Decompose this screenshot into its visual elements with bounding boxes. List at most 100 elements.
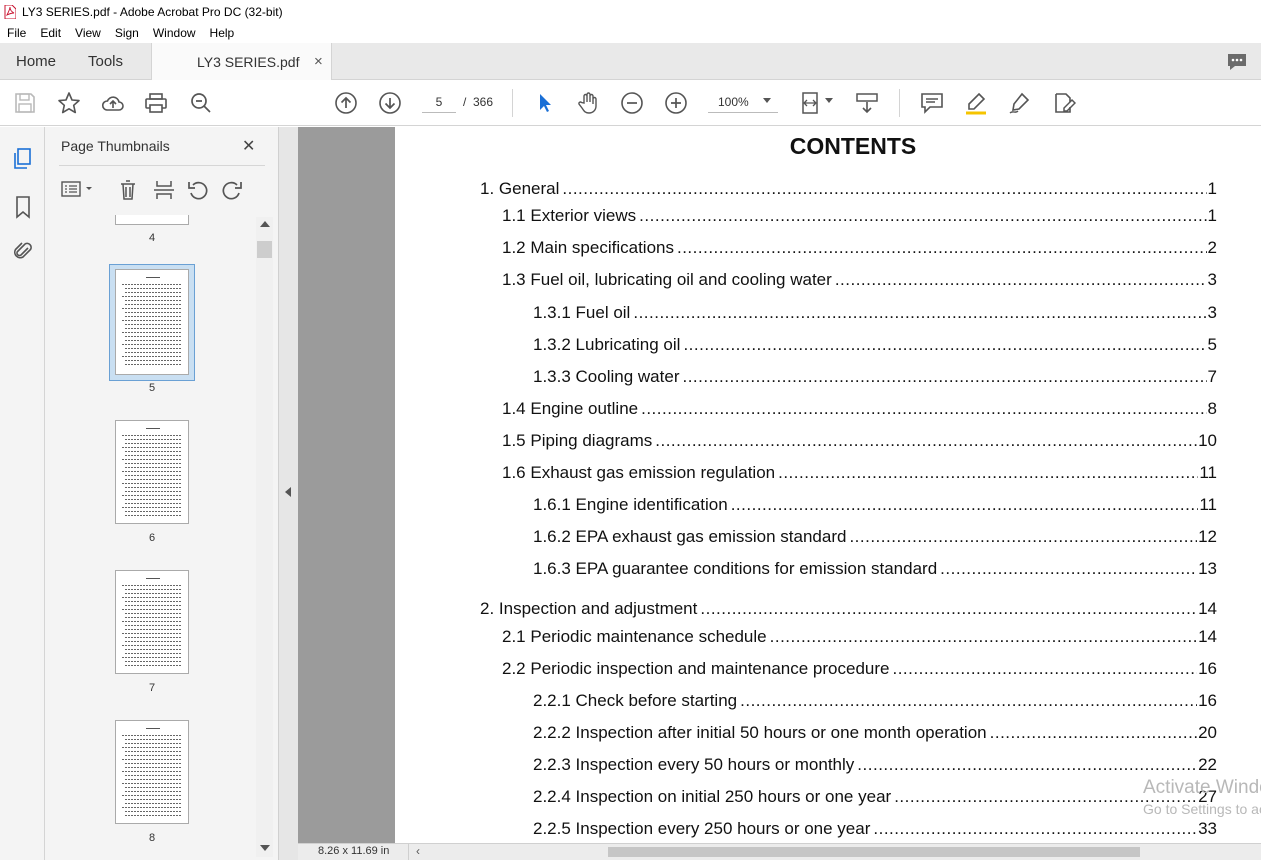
select-arrow-icon[interactable] xyxy=(533,91,557,115)
menu-help[interactable]: Help xyxy=(203,26,242,40)
zoom-level-select[interactable]: 100% xyxy=(708,91,778,113)
thumbnail-text-line xyxy=(125,479,182,480)
thumbnail-text-line xyxy=(122,585,182,586)
tab-close-button[interactable]: × xyxy=(314,43,323,81)
star-icon[interactable] xyxy=(57,91,81,115)
bookmark-icon[interactable] xyxy=(13,195,33,219)
page-thumbnail-5[interactable] xyxy=(115,269,189,375)
menu-view[interactable]: View xyxy=(68,26,108,40)
menu-sign[interactable]: Sign xyxy=(108,26,146,40)
toc-entry[interactable]: 1. General..............................… xyxy=(480,179,1217,199)
rotate-counterclockwise-icon[interactable] xyxy=(187,179,209,201)
thumbnail-text-line xyxy=(122,308,182,309)
toc-entry[interactable]: 2. Inspection and adjustment............… xyxy=(480,599,1217,619)
scroll-up-arrow-icon[interactable] xyxy=(260,221,270,227)
thumbnail-text-line xyxy=(125,665,182,666)
toc-entry[interactable]: 1.6.2 EPA exhaust gas emission standard.… xyxy=(533,527,1217,547)
thumbnail-text-line xyxy=(125,515,182,516)
tab-document-label: LY3 SERIES.pdf xyxy=(197,54,300,70)
toc-entry[interactable]: 1.6.3 EPA guarantee conditions for emiss… xyxy=(533,559,1217,579)
previous-page-icon[interactable] xyxy=(334,91,358,115)
page-number-input[interactable] xyxy=(422,91,456,113)
attachment-paperclip-icon[interactable] xyxy=(12,239,34,263)
toc-entry[interactable]: 1.2 Main specifications.................… xyxy=(502,238,1217,258)
zoom-in-icon[interactable] xyxy=(664,91,688,115)
page-thumbnail-7[interactable] xyxy=(115,570,189,674)
toc-entry-page: 7 xyxy=(1207,367,1217,386)
toc-entry[interactable]: 2.1 Periodic maintenance schedule.......… xyxy=(502,627,1217,647)
tab-document[interactable]: LY3 SERIES.pdf × xyxy=(151,43,332,80)
thumbnail-text-line xyxy=(125,811,182,812)
thumbnail-options-icon[interactable] xyxy=(61,179,95,199)
toc-leader-dots: ........................................… xyxy=(989,723,1198,742)
zoom-out-icon[interactable] xyxy=(620,91,644,115)
toc-entry[interactable]: 2.2 Periodic inspection and maintenance … xyxy=(502,659,1217,679)
toc-leader-dots: ........................................… xyxy=(676,238,1207,257)
title-bar: LY3 SERIES.pdf - Adobe Acrobat Pro DC (3… xyxy=(0,0,1261,23)
toc-entry[interactable]: 2.2.2 Inspection after initial 50 hours … xyxy=(533,723,1217,743)
toc-entry[interactable]: 1.6.1 Engine identification.............… xyxy=(533,495,1217,515)
toc-entry[interactable]: 1.3.2 Lubricating oil...................… xyxy=(533,335,1217,355)
toc-entry[interactable]: 2.2.3 Inspection every 50 hours or month… xyxy=(533,755,1217,775)
horizontal-scrollbar-thumb[interactable] xyxy=(608,847,1140,857)
scroll-mode-icon[interactable] xyxy=(855,91,879,115)
menu-file[interactable]: File xyxy=(0,26,33,40)
panel-collapse-bar[interactable] xyxy=(278,127,298,860)
next-page-icon[interactable] xyxy=(378,91,402,115)
scroll-down-arrow-icon[interactable] xyxy=(260,845,270,851)
toc-entry[interactable]: 1.3.1 Fuel oil..........................… xyxy=(533,303,1217,323)
trash-icon[interactable] xyxy=(118,179,138,201)
thumbnail-text-line xyxy=(125,767,182,768)
toc-leader-dots: ........................................… xyxy=(778,463,1199,482)
print-icon[interactable] xyxy=(144,91,168,115)
save-icon[interactable] xyxy=(13,91,37,115)
toc-entry[interactable]: 1.6 Exhaust gas emission regulation.....… xyxy=(502,463,1217,483)
thumbnail-text-line xyxy=(146,277,160,278)
toc-entry[interactable]: 1.3.3 Cooling water.....................… xyxy=(533,367,1217,387)
toc-entry[interactable]: 1.5 Piping diagrams.....................… xyxy=(502,431,1217,451)
page-fit-icon[interactable] xyxy=(799,91,823,115)
toc-entry[interactable]: 2.2.1 Check before starting.............… xyxy=(533,691,1217,711)
toc-entry[interactable]: 1.3 Fuel oil, lubricating oil and coolin… xyxy=(502,270,1217,290)
activate-windows-watermark: Activate Windows xyxy=(1143,777,1261,798)
contents-heading: CONTENTS xyxy=(789,133,917,159)
toc-entry[interactable]: 1.4 Engine outline......................… xyxy=(502,399,1217,419)
panel-close-icon[interactable]: ✕ xyxy=(242,136,255,156)
edit-pdf-icon[interactable] xyxy=(1052,91,1076,115)
page-thumbnail-8[interactable] xyxy=(115,720,189,824)
thumbnail-text-line xyxy=(125,815,182,816)
comment-bubble-icon[interactable] xyxy=(1226,52,1248,72)
tab-tools[interactable]: Tools xyxy=(88,43,123,80)
page-thumbnail-6[interactable] xyxy=(115,420,189,524)
toc-leader-dots: ........................................… xyxy=(682,367,1206,386)
highlight-pen-icon[interactable] xyxy=(964,91,988,115)
rotate-clockwise-icon[interactable] xyxy=(221,179,243,201)
zoom-search-icon[interactable] xyxy=(189,91,213,115)
toc-entry[interactable]: 2.2.5 Inspection every 250 hours or one … xyxy=(533,819,1217,839)
tab-home[interactable]: Home xyxy=(16,43,56,80)
menu-bar: File Edit View Sign Window Help xyxy=(0,23,1261,43)
thumbnail-text-line xyxy=(125,625,182,626)
status-bar: 8.26 x 11.69 in ‹ xyxy=(298,843,1261,860)
extract-pages-icon[interactable] xyxy=(153,179,175,201)
comment-icon[interactable] xyxy=(920,91,944,115)
collapse-arrow-icon[interactable] xyxy=(285,487,291,497)
scrollbar-thumb[interactable] xyxy=(257,241,272,258)
toc-entry[interactable]: 2.2.4 Inspection on initial 250 hours or… xyxy=(533,787,1217,807)
menu-window[interactable]: Window xyxy=(146,26,203,40)
toc-entry[interactable]: 1.1 Exterior views......................… xyxy=(502,206,1217,226)
page-fit-dropdown-chevron-icon[interactable] xyxy=(825,98,833,103)
thumbnail-text-line xyxy=(125,300,182,301)
page-thumbnails-icon[interactable] xyxy=(12,147,34,171)
thumbnail-text-line xyxy=(122,759,182,760)
menu-edit[interactable]: Edit xyxy=(33,26,68,40)
thumbnails-scrollbar[interactable] xyxy=(256,217,273,857)
page-thumbnail-4[interactable] xyxy=(115,215,189,225)
hand-tool-icon[interactable] xyxy=(576,91,600,115)
document-view[interactable]: CONTENTS 1. General.....................… xyxy=(298,127,1261,843)
sign-pen-icon[interactable] xyxy=(1008,91,1032,115)
thumbnail-text-line xyxy=(125,487,182,488)
thumbnail-text-line xyxy=(125,463,182,464)
scroll-left-arrow-icon[interactable]: ‹ xyxy=(416,844,420,858)
upload-cloud-icon[interactable] xyxy=(101,91,125,115)
